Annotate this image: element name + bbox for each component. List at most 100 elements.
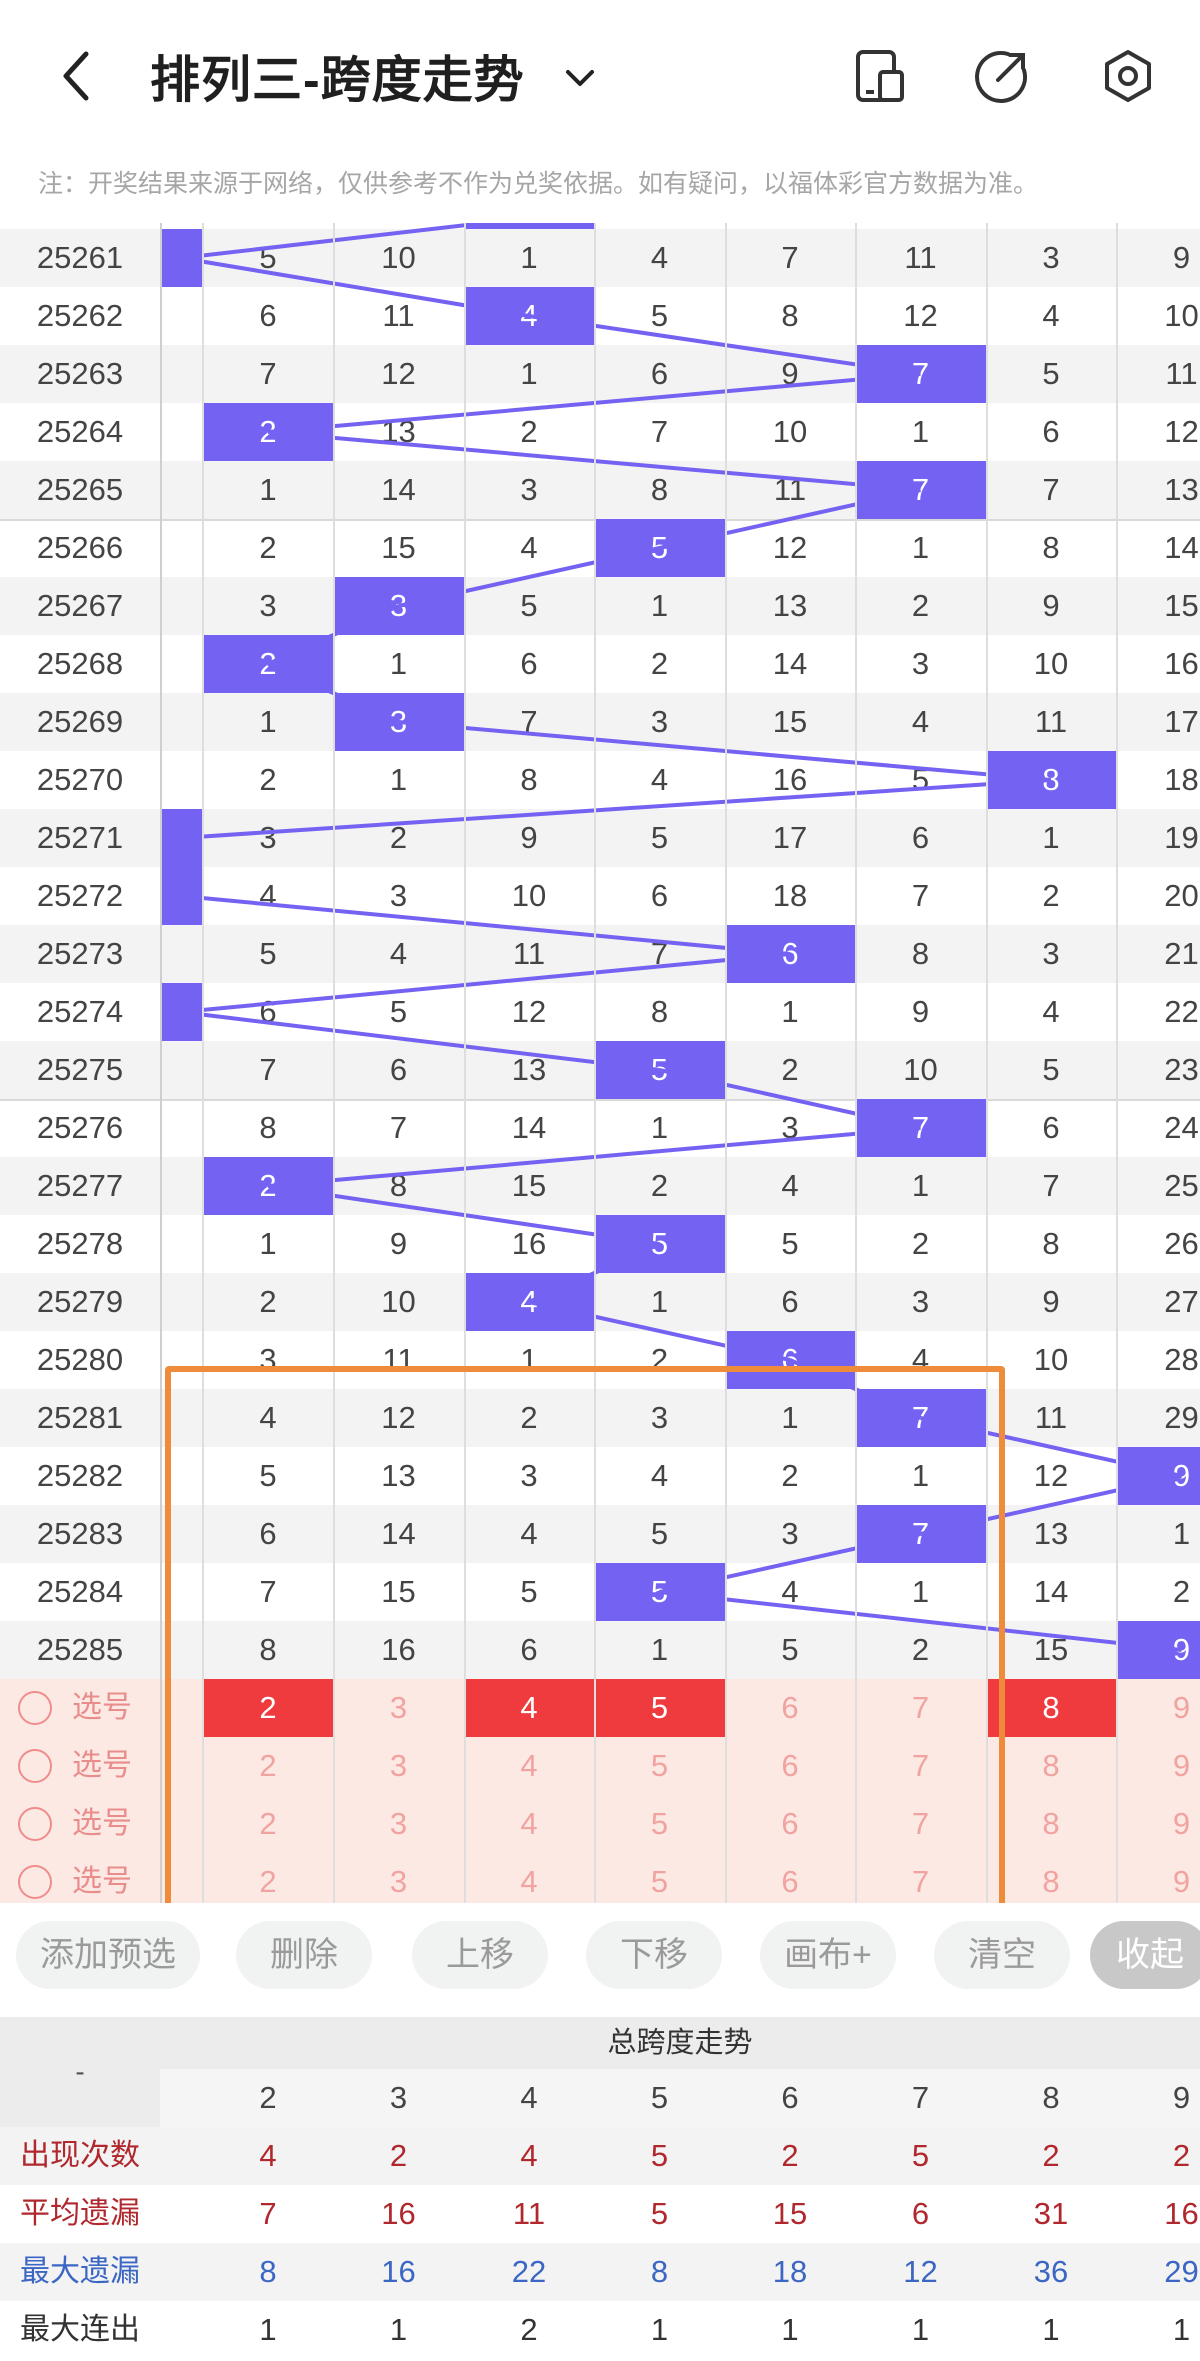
table-cell: 2 [259, 762, 277, 797]
stats-value: 1 [259, 2312, 277, 2347]
table-cell: 12 [511, 994, 547, 1029]
table-cell: 5 [259, 936, 277, 971]
table-cell: 2 [911, 588, 930, 623]
table-cell: 6 [1042, 1110, 1060, 1145]
table-cell: 10 [1164, 298, 1199, 333]
radio-circle-icon[interactable] [18, 1865, 52, 1899]
stats-value: 1 [1042, 2312, 1060, 2347]
back-arrow-icon[interactable] [56, 48, 96, 104]
pick-row-label[interactable]: 选号 [0, 1737, 160, 1795]
table-row: 25271 3 2 9 5 17 6 1 19 [0, 809, 1200, 867]
hit-cell: 5 [594, 519, 725, 577]
stats-title: 总跨度走势 [160, 2017, 1200, 2069]
move-up-button[interactable]: 上移 [412, 1921, 548, 1989]
canvas-plus-button[interactable]: 画布+ [760, 1921, 896, 1989]
stats-value: 11 [512, 2196, 546, 2231]
table-row: 25262 6 11 4 5 8 12 4 10 [0, 287, 1200, 345]
share-icon[interactable] [974, 48, 1030, 104]
stats-value: 15 [772, 2196, 808, 2231]
clear-button[interactable]: 清空 [934, 1921, 1070, 1989]
table-cell: 25 [1164, 1168, 1199, 1203]
table-cell: 9 [389, 1226, 408, 1261]
stats-column-header: 2 3 4 5 6 7 8 9 [160, 2069, 1200, 2127]
table-cell: 14 [511, 1110, 547, 1145]
table-cell: 10 [1033, 646, 1069, 681]
pick-row-label[interactable]: 选号 [0, 1795, 160, 1853]
table-cell: 1 [259, 472, 277, 507]
table-cell: 9 [1172, 240, 1191, 275]
pick-cell-selected[interactable]: 8 [986, 1679, 1116, 1737]
table-cell: 5 [650, 820, 669, 855]
page-title[interactable]: 排列三-跨度走势 [150, 40, 525, 112]
hit-cell: 2 [203, 1157, 333, 1215]
table-row: 25263 7 12 1 6 9 7 5 11 [0, 345, 1200, 403]
stats-value: 1 [389, 2312, 408, 2347]
table-cell: 1 [650, 588, 669, 623]
issue-number: 25280 [36, 1342, 124, 1377]
table-cell: 9 [781, 356, 799, 391]
pick-cell[interactable]: 9 [1117, 1679, 1200, 1737]
table-cell: 1 [520, 240, 538, 275]
stats-value: 5 [650, 2138, 669, 2173]
table-cell: 3 [259, 588, 277, 623]
stats-value: 16 [381, 2254, 416, 2289]
stats-column-label: 6 [781, 2080, 799, 2115]
pick-cell[interactable]: 9 [1117, 1795, 1200, 1853]
hit-cell: 9 [1116, 1447, 1200, 1505]
table-cell: 12 [772, 530, 808, 565]
table-row: 25278 1 9 16 5 5 2 8 26 [0, 1215, 1200, 1273]
stats-value: 1 [1172, 2312, 1191, 2347]
table-cell: 5 [650, 298, 669, 333]
hit-cell: 3 [333, 577, 464, 635]
table-cell: 4 [911, 704, 930, 739]
chevron-down-icon[interactable] [560, 58, 600, 98]
pick-label-text: 选号 [72, 1807, 132, 1840]
radio-circle-icon[interactable] [18, 1691, 52, 1725]
span-marker [160, 229, 202, 287]
table-cell: 4 [1042, 994, 1060, 1029]
radio-circle-icon[interactable] [18, 1749, 52, 1783]
pick-label-text: 选号 [72, 1691, 132, 1724]
table-cell: 11 [904, 240, 937, 275]
table-cell: 2 [259, 1284, 277, 1319]
pick-row-label[interactable]: 选号 [0, 1679, 160, 1737]
table-cell: 26 [1164, 1226, 1199, 1261]
stats-value: 7 [259, 2196, 277, 2231]
table-cell: 6 [650, 878, 669, 913]
table-cell: 4 [650, 762, 669, 797]
table-cell: 2 [1172, 1574, 1191, 1609]
table-cell: 1 [389, 762, 408, 797]
hit-cell: 7 [855, 461, 986, 519]
table-cell: 16 [772, 762, 808, 797]
pick-cell[interactable]: 8 [986, 1795, 1116, 1853]
table-cell: 14 [772, 646, 808, 681]
hit-cell: 7 [855, 1099, 986, 1157]
issue-number: 25265 [36, 472, 124, 507]
collapse-button[interactable]: 收起 [1090, 1921, 1200, 1989]
device-icon[interactable] [852, 48, 908, 104]
table-cell: 10 [903, 1052, 938, 1087]
table-cell: 9 [520, 820, 538, 855]
delete-button[interactable]: 删除 [236, 1921, 372, 1989]
issue-number: 25283 [36, 1516, 124, 1551]
stats-value: 16 [381, 2196, 416, 2231]
column-divider [1116, 223, 1118, 1903]
pick-cell[interactable]: 9 [1117, 1737, 1200, 1795]
table-cell: 8 [389, 1168, 408, 1203]
stats-row-label: 最大连出 [20, 2313, 140, 2346]
stats-value: 2 [520, 2312, 538, 2347]
table-cell: 2 [781, 1052, 799, 1087]
add-preselect-button[interactable]: 添加预选 [16, 1921, 200, 1989]
move-down-button[interactable]: 下移 [586, 1921, 722, 1989]
table-cell: 9 [911, 994, 930, 1029]
settings-icon[interactable] [1100, 48, 1156, 104]
table-cell: 5 [520, 588, 538, 623]
radio-circle-icon[interactable] [18, 1807, 52, 1841]
table-cell: 21 [1164, 936, 1199, 971]
table-cell: 5 [389, 994, 408, 1029]
table-cell: 11 [1165, 356, 1198, 391]
pick-cell[interactable]: 8 [986, 1737, 1116, 1795]
table-cell: 6 [650, 356, 669, 391]
issue-number: 25277 [36, 1168, 124, 1203]
hit-cell: 9 [1116, 1621, 1200, 1679]
